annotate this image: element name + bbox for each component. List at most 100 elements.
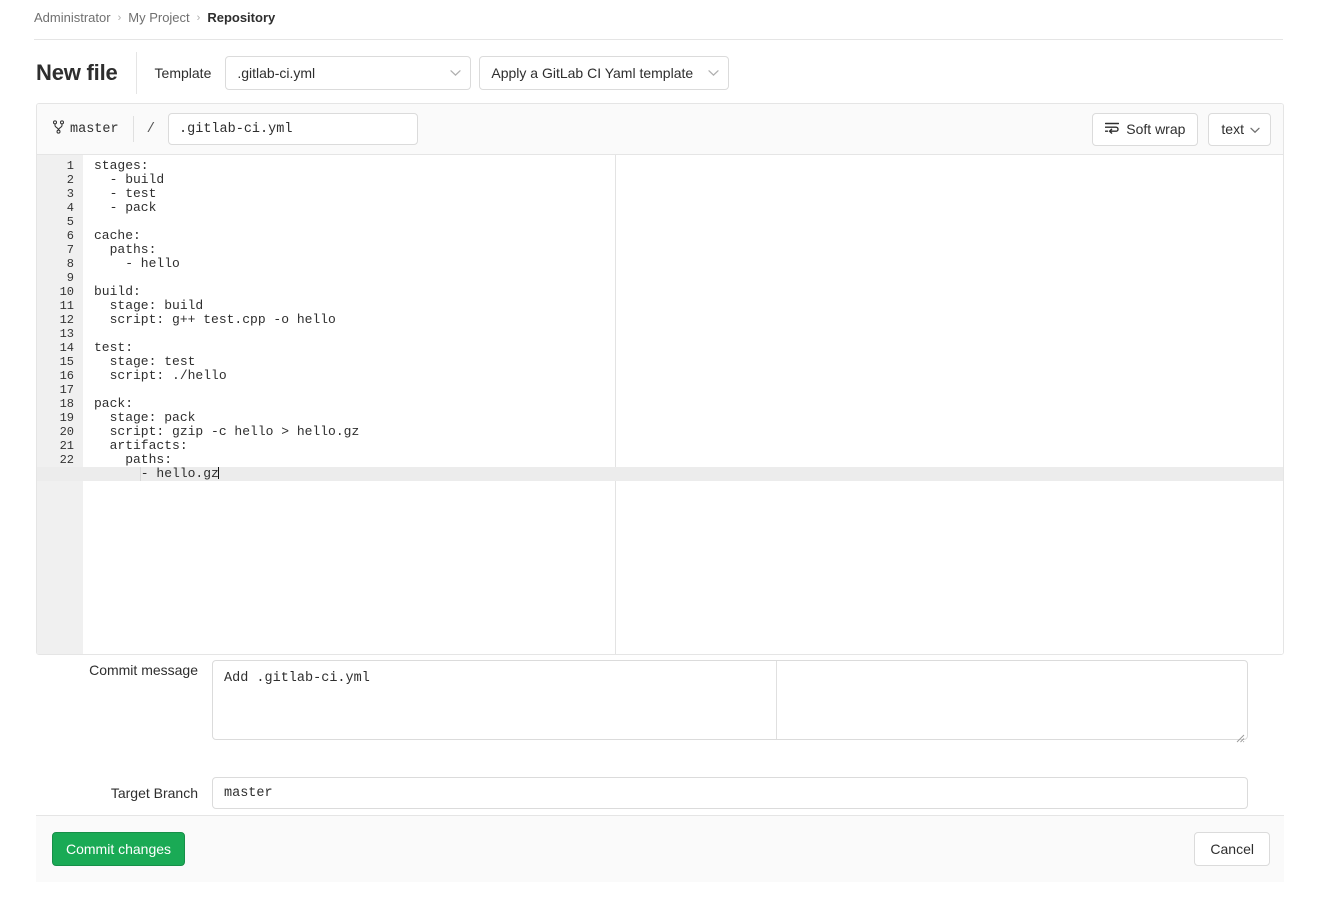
line-number: 10 bbox=[37, 285, 83, 299]
code-line[interactable]: stage: build bbox=[83, 299, 1283, 313]
line-number: 13 bbox=[37, 327, 83, 341]
line-number: 12 bbox=[37, 313, 83, 327]
text-cursor bbox=[218, 467, 219, 479]
line-number: 18 bbox=[37, 397, 83, 411]
code-text: test: bbox=[94, 340, 133, 355]
soft-wrap-label: Soft wrap bbox=[1126, 121, 1185, 137]
commit-message-input[interactable] bbox=[212, 660, 1248, 740]
line-number: 16 bbox=[37, 369, 83, 383]
code-line[interactable]: - build bbox=[83, 173, 1283, 187]
code-text: artifacts: bbox=[94, 438, 188, 453]
code-text: cache: bbox=[94, 228, 141, 243]
cancel-button[interactable]: Cancel bbox=[1194, 832, 1270, 866]
code-text: - test bbox=[94, 186, 156, 201]
line-number: 17 bbox=[37, 383, 83, 397]
editor-mode-select[interactable]: text bbox=[1208, 113, 1271, 146]
code-line[interactable]: paths: bbox=[83, 243, 1283, 257]
file-path-bar: master / Soft wrap text bbox=[37, 104, 1283, 155]
target-branch-label: Target Branch bbox=[0, 777, 212, 809]
commit-message-label: Commit message bbox=[0, 660, 212, 680]
template-type-select[interactable]: .gitlab-ci.yml bbox=[225, 56, 471, 90]
line-number: 3 bbox=[37, 187, 83, 201]
code-text: stage: pack bbox=[94, 410, 195, 425]
code-text: stage: build bbox=[94, 298, 203, 313]
new-file-page: Administrator › My Project › Repository … bbox=[0, 0, 1334, 903]
chevron-down-icon bbox=[450, 70, 461, 77]
code-line[interactable]: - test bbox=[83, 187, 1283, 201]
code-line[interactable]: - pack bbox=[83, 201, 1283, 215]
soft-wrap-button[interactable]: Soft wrap bbox=[1092, 113, 1198, 146]
page-title: New file bbox=[36, 60, 118, 86]
code-line[interactable] bbox=[83, 327, 1283, 341]
code-text: stage: test bbox=[94, 354, 195, 369]
commit-message-row: Commit message bbox=[0, 660, 1334, 745]
code-line[interactable]: - hello bbox=[83, 257, 1283, 271]
code-editor[interactable]: 1234567891011121314151617181920212223 st… bbox=[37, 155, 1283, 655]
line-number: 22 bbox=[37, 453, 83, 467]
form-actions: Commit changes Cancel bbox=[36, 816, 1284, 882]
code-line[interactable] bbox=[83, 383, 1283, 397]
code-line[interactable]: script: g++ test.cpp -o hello bbox=[83, 313, 1283, 327]
breadcrumb-item-repository: Repository bbox=[207, 10, 275, 25]
code-line[interactable]: test: bbox=[83, 341, 1283, 355]
header-divider bbox=[34, 39, 1283, 40]
breadcrumb-item-my-project[interactable]: My Project bbox=[128, 10, 189, 25]
code-line[interactable]: paths: bbox=[83, 453, 1283, 467]
editor-mode-label: text bbox=[1221, 121, 1244, 137]
template-label: Template bbox=[155, 65, 212, 81]
code-text: script: ./hello bbox=[94, 368, 227, 383]
code-line[interactable] bbox=[83, 215, 1283, 229]
code-content[interactable]: stages: - build - test - pack cache: path… bbox=[83, 155, 1283, 655]
code-line[interactable]: cache: bbox=[83, 229, 1283, 243]
commit-changes-button[interactable]: Commit changes bbox=[52, 832, 185, 866]
code-line[interactable]: script: ./hello bbox=[83, 369, 1283, 383]
code-line[interactable]: pack: bbox=[83, 397, 1283, 411]
commit-form: Commit message Target Branch bbox=[0, 660, 1334, 809]
code-line[interactable]: artifacts: bbox=[83, 439, 1283, 453]
line-number: 7 bbox=[37, 243, 83, 257]
breadcrumb-separator: › bbox=[197, 12, 201, 24]
branch-name: master bbox=[70, 122, 119, 137]
line-number: 6 bbox=[37, 229, 83, 243]
code-line[interactable]: script: gzip -c hello > hello.gz bbox=[83, 425, 1283, 439]
line-number: 19 bbox=[37, 411, 83, 425]
apply-template-value: Apply a GitLab CI Yaml template bbox=[491, 65, 693, 81]
line-number: 5 bbox=[37, 215, 83, 229]
target-branch-input[interactable] bbox=[212, 777, 1248, 809]
line-number: 11 bbox=[37, 299, 83, 313]
code-text: - pack bbox=[94, 200, 156, 215]
code-text: - hello.gz bbox=[94, 466, 219, 481]
code-text: script: gzip -c hello > hello.gz bbox=[94, 424, 359, 439]
code-text: paths: bbox=[94, 452, 172, 467]
page-header: New file Template .gitlab-ci.yml Apply a… bbox=[36, 52, 729, 94]
breadcrumb-item-administrator[interactable]: Administrator bbox=[34, 10, 111, 25]
code-text: script: g++ test.cpp -o hello bbox=[94, 312, 336, 327]
editor-toolbar: Soft wrap text bbox=[1092, 113, 1271, 146]
code-text: pack: bbox=[94, 396, 133, 411]
line-number: 9 bbox=[37, 271, 83, 285]
soft-wrap-icon bbox=[1105, 121, 1119, 137]
code-line[interactable]: stages: bbox=[83, 159, 1283, 173]
code-line[interactable] bbox=[83, 271, 1283, 285]
line-number: 8 bbox=[37, 257, 83, 271]
line-number: 2 bbox=[37, 173, 83, 187]
apply-template-select[interactable]: Apply a GitLab CI Yaml template bbox=[479, 56, 729, 90]
branch-indicator: master bbox=[53, 120, 133, 139]
code-line[interactable]: stage: test bbox=[83, 355, 1283, 369]
line-number-gutter: 1234567891011121314151617181920212223 bbox=[37, 155, 83, 655]
code-line[interactable]: build: bbox=[83, 285, 1283, 299]
template-type-value: .gitlab-ci.yml bbox=[237, 65, 315, 81]
line-number: 20 bbox=[37, 425, 83, 439]
line-number: 21 bbox=[37, 439, 83, 453]
code-text: - build bbox=[94, 172, 164, 187]
indent-guide bbox=[140, 467, 141, 481]
file-editor-card: master / Soft wrap text bbox=[36, 103, 1284, 655]
chevron-down-icon bbox=[1250, 121, 1260, 137]
header-divider-vertical bbox=[136, 52, 137, 94]
line-number: 1 bbox=[37, 159, 83, 173]
code-line[interactable]: - hello.gz bbox=[83, 467, 1283, 481]
line-number: 15 bbox=[37, 355, 83, 369]
code-line[interactable]: stage: pack bbox=[83, 411, 1283, 425]
chevron-down-icon bbox=[708, 70, 719, 77]
file-path-input[interactable] bbox=[168, 113, 418, 145]
